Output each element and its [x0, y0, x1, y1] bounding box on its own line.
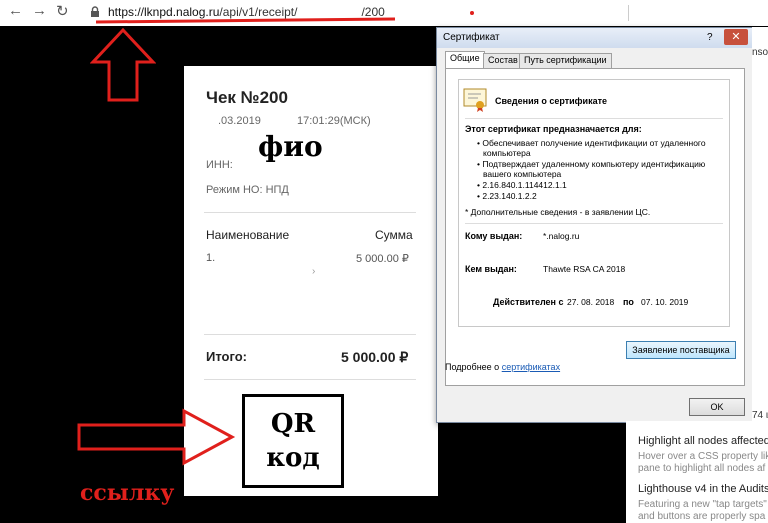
- purpose-line: • 2.23.140.1.2.2: [477, 191, 537, 201]
- qr-label-line1: QR: [270, 409, 316, 439]
- item-number: 1.: [206, 252, 216, 264]
- receipt-fio-overlay: фио: [258, 130, 323, 163]
- certificate-dialog: Сертификат ? ✕ Общие Состав Путь сертифи…: [436, 27, 754, 423]
- valid-to-value: 07. 10. 2019: [641, 297, 689, 307]
- total-sum: 5 000.00 ₽: [341, 349, 409, 365]
- receipt-date: .03.2019: [218, 115, 261, 127]
- qr-label-line2: код: [266, 443, 320, 473]
- divider: [204, 334, 416, 335]
- whats-new-item-desc: pane to highlight all nodes af: [638, 463, 766, 474]
- certificate-info-box: Сведения о сертификате Этот сертификат п…: [458, 79, 730, 327]
- close-button[interactable]: ✕: [724, 29, 748, 45]
- receipt-time: 17:01:29(МСК): [297, 115, 371, 127]
- receipt-inn-label: ИНН:: [206, 159, 233, 171]
- divider: [204, 379, 416, 380]
- up-arrow-annotation: [90, 28, 156, 102]
- receipt-tax-mode: Режим НО: НПД: [206, 184, 289, 196]
- link-annotation-label: ссылку: [80, 480, 175, 506]
- purpose-line: • Обеспечивает получение идентификации о…: [477, 138, 706, 148]
- certificates-link[interactable]: сертификатах: [502, 362, 560, 372]
- purpose-line: • 2.16.840.1.114412.1.1: [477, 180, 567, 190]
- issued-by-value: Thawte RSA CA 2018: [543, 264, 626, 274]
- divider: [204, 212, 416, 213]
- help-icon[interactable]: ?: [707, 32, 713, 43]
- valid-to-label: по: [623, 297, 634, 307]
- purpose-line: вашего компьютера: [483, 169, 562, 179]
- receipt-title: Чек №200: [206, 88, 288, 107]
- more-info-line: Подробнее о сертификатах: [445, 362, 560, 372]
- whats-new-item-desc: Featuring a new "tap targets": [638, 499, 767, 510]
- more-info-prefix: Подробнее о: [445, 362, 500, 372]
- certificate-info-header: Сведения о сертификате: [495, 96, 608, 106]
- purpose-line: компьютера: [483, 148, 531, 158]
- issued-to-label: Кому выдан:: [465, 231, 523, 241]
- tab-panel: Сведения о сертификате Этот сертификат п…: [445, 68, 745, 386]
- right-arrow-annotation: [77, 408, 236, 466]
- issued-to-value: *.nalog.ru: [543, 231, 580, 241]
- url-underline-annotation: [95, 11, 474, 24]
- qr-code-placeholder[interactable]: QR код: [242, 394, 344, 488]
- whats-new-item-desc: and buttons are properly spa: [638, 511, 766, 522]
- separator: [465, 223, 723, 224]
- dialog-titlebar[interactable]: Сертификат: [437, 28, 753, 48]
- certificate-icon: [463, 88, 487, 112]
- whats-new-item-title[interactable]: Highlight all nodes affected: [638, 435, 768, 447]
- issuer-statement-button[interactable]: Заявление поставщика: [626, 341, 736, 359]
- purpose-title: Этот сертификат предназначается для:: [465, 124, 642, 134]
- dialog-title: Сертификат: [443, 32, 500, 43]
- whats-new-item-title[interactable]: Lighthouse v4 in the Audits: [638, 483, 768, 495]
- whats-new-item-desc: Hover over a CSS property lik: [638, 451, 768, 462]
- devtools-edge: nso 74 ι: [752, 27, 768, 421]
- valid-from-value: 27. 08. 2018: [567, 297, 615, 307]
- valid-from-label: Действителен с: [493, 297, 564, 307]
- separator: [465, 118, 723, 119]
- footnote: * Дополнительные сведения - в заявлении …: [465, 207, 651, 217]
- issued-by-label: Кем выдан:: [465, 264, 517, 274]
- devtools-edge-text: nso: [752, 47, 768, 58]
- ok-button[interactable]: OK: [689, 398, 745, 416]
- item-subtext: ›: [312, 266, 316, 277]
- devtools-edge-number: 74 ι: [752, 410, 768, 421]
- devtools-whats-new-panel: Highlight all nodes affected Hover over …: [626, 421, 768, 523]
- purpose-line: • Подтверждает удаленному компьютеру иде…: [477, 159, 706, 169]
- total-label: Итого:: [206, 349, 247, 364]
- column-header-sum: Сумма: [375, 228, 413, 242]
- column-header-name: Наименование: [206, 228, 290, 242]
- item-sum: 5 000.00 ₽: [356, 253, 409, 265]
